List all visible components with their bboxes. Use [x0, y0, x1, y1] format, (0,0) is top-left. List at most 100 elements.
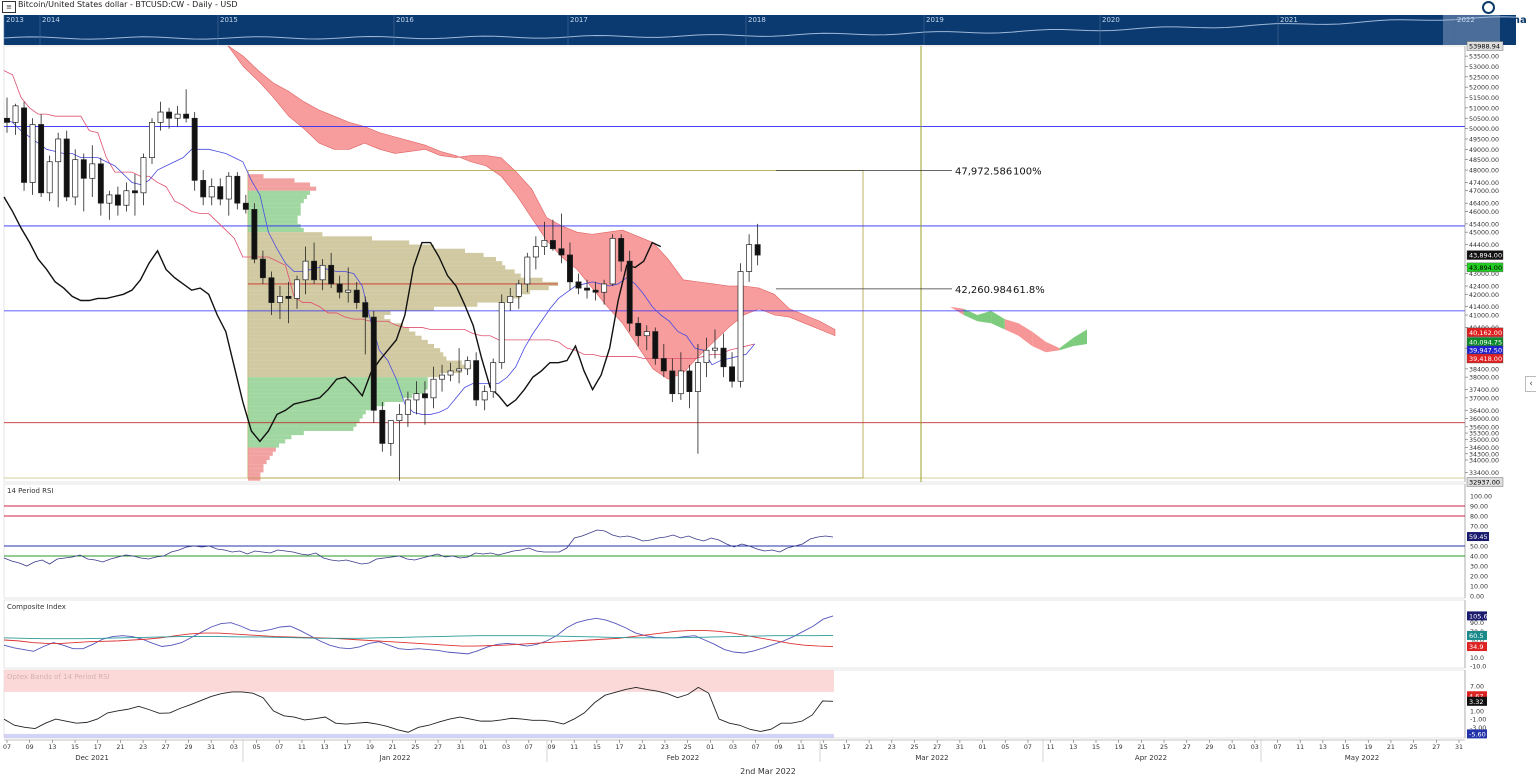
price-axis-label: 38400.00: [1469, 366, 1499, 373]
price-candle-body: [268, 277, 275, 303]
date-axis-label: 19: [1364, 744, 1372, 751]
date-axis-label: 23: [661, 744, 669, 751]
price-axis-label: 36000.00: [1469, 416, 1499, 423]
date-axis-label: 13: [321, 744, 329, 751]
volume-profile-bar: [248, 286, 549, 291]
volume-profile-bar: [248, 252, 484, 258]
price-candle-body: [166, 111, 173, 119]
date-axis-label: 11: [1296, 744, 1304, 751]
volume-profile-bar: [248, 389, 425, 394]
price-candle-body: [311, 260, 318, 281]
price-tag-label: 32937.00: [1469, 479, 1500, 487]
navigator-year-label: 2018: [748, 16, 766, 24]
price-axis-label: 37000.00: [1469, 395, 1499, 402]
date-axis-label: 17: [94, 744, 102, 751]
price-axis-label: 46400.00: [1469, 201, 1499, 208]
price-candle-body: [63, 138, 70, 198]
date-axis-label: 05: [1001, 744, 1009, 751]
price-axis-label: 45400.00: [1469, 221, 1499, 228]
price-candle-body: [669, 370, 676, 395]
date-axis-label: 07: [1024, 744, 1032, 751]
price-candle-body: [729, 366, 736, 382]
price-axis-label: 44400.00: [1469, 242, 1499, 249]
price-candle-body: [55, 138, 62, 163]
navigator-year-label: 2016: [396, 16, 414, 24]
price-candle-body: [439, 374, 445, 380]
chart-canvas[interactable]: 2013 2014 2015 2016 2017 2018 2019 2020 2021 2022…: [0, 0, 1536, 783]
volume-profile-bar: [248, 290, 531, 295]
date-axis-label: 21: [1387, 744, 1395, 751]
price-axis-label: 48000.00: [1469, 168, 1499, 175]
volume-profile-bar: [248, 323, 403, 328]
optex-value-label: -5.60: [1469, 730, 1486, 738]
price-candle-body: [532, 246, 539, 258]
price-candle-body: [507, 296, 514, 303]
month-axis-label: Apr 2022: [1135, 754, 1167, 762]
volume-profile-bar: [248, 203, 301, 208]
date-axis-label: 21: [865, 744, 873, 751]
composite-panel: [3, 599, 1466, 669]
date-axis-label: 25: [1410, 744, 1418, 751]
price-candle-body: [481, 391, 488, 401]
volume-profile-bar: [248, 182, 310, 187]
composite-value-tag: 34.9: [1467, 642, 1487, 652]
price-candle-body: [490, 362, 497, 392]
price-candle-body: [746, 244, 753, 272]
optex-axis-label: -1.00: [1470, 717, 1486, 724]
price-candle-body: [422, 393, 428, 399]
price-tag-label: 39,418.00: [1469, 355, 1502, 363]
price-candle-body: [97, 163, 104, 204]
price-candle: [149, 118, 155, 164]
volume-profile-bar: [248, 406, 372, 411]
panel-collapse-button[interactable]: ‹: [1525, 376, 1536, 392]
composite-value-tag: 60.5: [1467, 630, 1487, 640]
price-candle: [498, 294, 505, 369]
date-axis-label: 21: [116, 744, 124, 751]
date-axis-label: 15: [1092, 744, 1100, 751]
date-axis-label: 21: [1137, 744, 1145, 751]
price-axis-label: 41000.00: [1469, 313, 1499, 320]
date-axis-label: 27: [933, 744, 941, 751]
price-tag-label: 53988.94: [1469, 43, 1500, 51]
date-axis-label: 25: [910, 744, 918, 751]
date-axis-label: 21: [638, 744, 646, 751]
composite-value-label: 34.9: [1469, 643, 1483, 651]
month-axis-label: May 2022: [1345, 754, 1380, 762]
price-candle-body: [4, 117, 10, 123]
price-tag: 43,894.00: [1466, 250, 1504, 260]
price-candle-body: [686, 370, 693, 392]
rsi-axis-label: 30.00: [1470, 564, 1488, 571]
price-candle-body: [712, 347, 718, 351]
date-axis-label: 17: [343, 744, 351, 751]
volume-profile-bar: [248, 298, 509, 303]
volume-profile-bar: [248, 401, 385, 407]
volume-profile-bar: [248, 356, 447, 361]
price-candle-body: [336, 283, 343, 293]
volume-profile-bar: [248, 240, 410, 245]
date-axis-label: 11: [298, 744, 306, 751]
price-candle-body: [609, 238, 616, 285]
price-tag: 39,947.50: [1466, 345, 1504, 355]
optex-value-label: 3.32: [1469, 698, 1483, 706]
volume-profile-bar: [248, 447, 276, 452]
date-axis-label: 27: [1432, 744, 1440, 751]
date-axis-label: 27: [434, 744, 442, 751]
volume-profile-bar: [248, 426, 354, 431]
volume-profile-bar: [248, 277, 543, 282]
price-candle-body: [285, 296, 292, 299]
volume-profile-bar: [248, 352, 444, 357]
price-candle-body: [567, 254, 573, 283]
price-candle-body: [515, 283, 522, 297]
price-axis-label: 45000.00: [1469, 230, 1499, 237]
date-axis-label: 23: [888, 744, 896, 751]
price-candle-body: [80, 159, 87, 179]
price-candle-body: [46, 161, 53, 194]
price-candle-body: [294, 279, 300, 299]
date-axis-label: 29: [1205, 744, 1213, 751]
volume-profile-bar: [248, 459, 267, 465]
price-candle-body: [242, 202, 249, 210]
date-axis-label: 01: [479, 744, 487, 751]
volume-profile-bar: [248, 186, 317, 191]
volume-profile-bar: [248, 360, 462, 365]
price-candle-body: [703, 349, 710, 363]
